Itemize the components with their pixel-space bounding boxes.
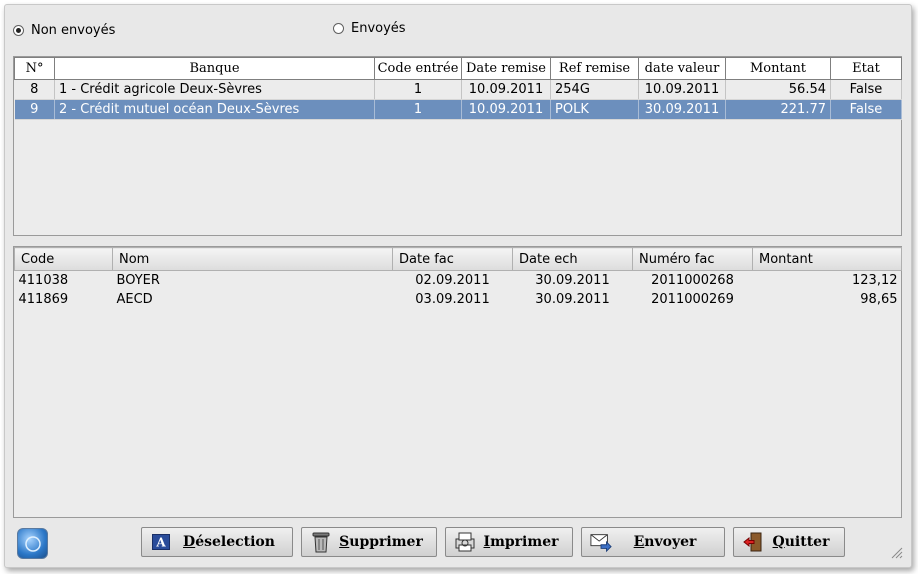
delete-button[interactable]: Supprimer — [301, 527, 437, 557]
cell-nom: AECD — [116, 292, 153, 307]
col-header-montant[interactable]: Montant — [725, 57, 831, 80]
delete-label: Supprimer — [339, 534, 423, 550]
col-header-date-ech[interactable]: Date ech — [512, 247, 633, 271]
cell-montant-fac: 123,12 — [852, 273, 898, 288]
cell-montant: 221.77 — [725, 99, 831, 120]
cell-date-remise: 10.09.2011 — [461, 99, 551, 120]
help-icon — [24, 535, 41, 552]
col-header-banque[interactable]: Banque — [54, 57, 375, 80]
cell-date-ech: 30.09.2011 — [535, 292, 610, 307]
col-header-date-fac[interactable]: Date fac — [392, 247, 513, 271]
factures-table-panel: Code Nom Date fac Date ech Numéro fac Mo… — [13, 246, 902, 518]
cell-ref-remise: 254G — [550, 79, 639, 100]
col-header-code-entree[interactable]: Code entrée — [374, 57, 462, 80]
send-label: Envoyer — [633, 534, 697, 550]
cell-numero-fac: 2011000269 — [651, 292, 734, 307]
envelope-icon — [590, 531, 612, 553]
remises-window: Non envoyés Envoyés N° Banque Code entré… — [4, 4, 912, 568]
cell-etat: False — [830, 99, 902, 120]
cell-date-ech: 30.09.2011 — [535, 273, 610, 288]
cell-date-fac: 03.09.2011 — [415, 292, 490, 307]
quit-button[interactable]: Quitter — [733, 527, 845, 557]
col-header-etat[interactable]: Etat — [830, 57, 902, 80]
cell-date-valeur: 30.09.2011 — [638, 99, 726, 120]
cell-banque: 2 - Crédit mutuel océan Deux-Sèvres — [54, 99, 375, 120]
radio-unsent[interactable]: Non envoyés — [13, 23, 115, 38]
col-header-num[interactable]: N° — [14, 57, 55, 80]
cell-num: 9 — [14, 99, 55, 120]
cell-montant: 56.54 — [725, 79, 831, 100]
cell-nom: BOYER — [116, 273, 160, 288]
cell-etat: False — [830, 79, 902, 100]
radio-sent-label: Envoyés — [351, 21, 406, 36]
help-button[interactable] — [17, 528, 48, 559]
letter-a-icon: A — [150, 531, 172, 553]
col-header-date-valeur[interactable]: date valeur — [638, 57, 726, 80]
svg-text:A: A — [155, 536, 166, 550]
cell-numero-fac: 2011000268 — [651, 273, 734, 288]
cell-montant-fac: 98,65 — [860, 292, 898, 307]
col-header-montant-fac[interactable]: Montant — [752, 247, 902, 271]
radio-sent-indicator[interactable] — [333, 23, 344, 34]
cell-date-remise: 10.09.2011 — [461, 79, 551, 100]
remises-table-panel: N° Banque Code entrée Date remise Ref re… — [13, 56, 902, 236]
remises-table: N° Banque Code entrée Date remise Ref re… — [14, 57, 902, 120]
cell-date-fac: 02.09.2011 — [415, 273, 490, 288]
cell-num: 8 — [14, 79, 55, 100]
radio-unsent-indicator[interactable] — [13, 25, 24, 36]
facture-row[interactable]: 411038 BOYER 02.09.2011 30.09.2011 20110… — [15, 271, 902, 291]
printer-icon — [454, 531, 476, 553]
remises-header-row: N° Banque Code entrée Date remise Ref re… — [14, 57, 902, 80]
cell-date-valeur: 10.09.2011 — [638, 79, 726, 100]
radio-sent[interactable]: Envoyés — [333, 21, 406, 36]
cell-banque: 1 - Crédit agricole Deux-Sèvres — [54, 79, 375, 100]
col-header-ref-remise[interactable]: Ref remise — [550, 57, 639, 80]
trash-icon — [310, 531, 332, 553]
facture-row[interactable]: 411869 AECD 03.09.2011 30.09.2011 201100… — [15, 290, 902, 309]
send-button[interactable]: Envoyer — [581, 527, 725, 557]
deselect-button[interactable]: A Déselection — [141, 527, 293, 557]
cell-code: 411038 — [18, 273, 69, 288]
factures-header-row: Code Nom Date fac Date ech Numéro fac Mo… — [14, 247, 902, 271]
col-header-code[interactable]: Code — [14, 247, 113, 271]
cell-code-entree: 1 — [374, 79, 462, 100]
print-label: Imprimer — [483, 534, 559, 550]
resize-grip-icon[interactable] — [891, 547, 903, 559]
remise-row[interactable]: 8 1 - Crédit agricole Deux-Sèvres 1 10.0… — [14, 79, 902, 100]
radio-unsent-label: Non envoyés — [31, 23, 116, 38]
cell-ref-remise: POLK — [550, 99, 639, 120]
cell-code-entree: 1 — [374, 99, 462, 120]
factures-table: Code Nom Date fac Date ech Numéro fac Mo… — [14, 247, 902, 309]
col-header-numero-fac[interactable]: Numéro fac — [632, 247, 753, 271]
col-header-date-remise[interactable]: Date remise — [461, 57, 551, 80]
exit-door-icon — [742, 531, 764, 553]
cell-code: 411869 — [18, 292, 69, 307]
deselect-label: Déselection — [183, 534, 275, 550]
print-button[interactable]: Imprimer — [445, 527, 573, 557]
remise-row-selected[interactable]: 9 2 - Crédit mutuel océan Deux-Sèvres 1 … — [14, 99, 902, 120]
col-header-nom[interactable]: Nom — [112, 247, 393, 271]
quit-label: Quitter — [772, 534, 830, 550]
